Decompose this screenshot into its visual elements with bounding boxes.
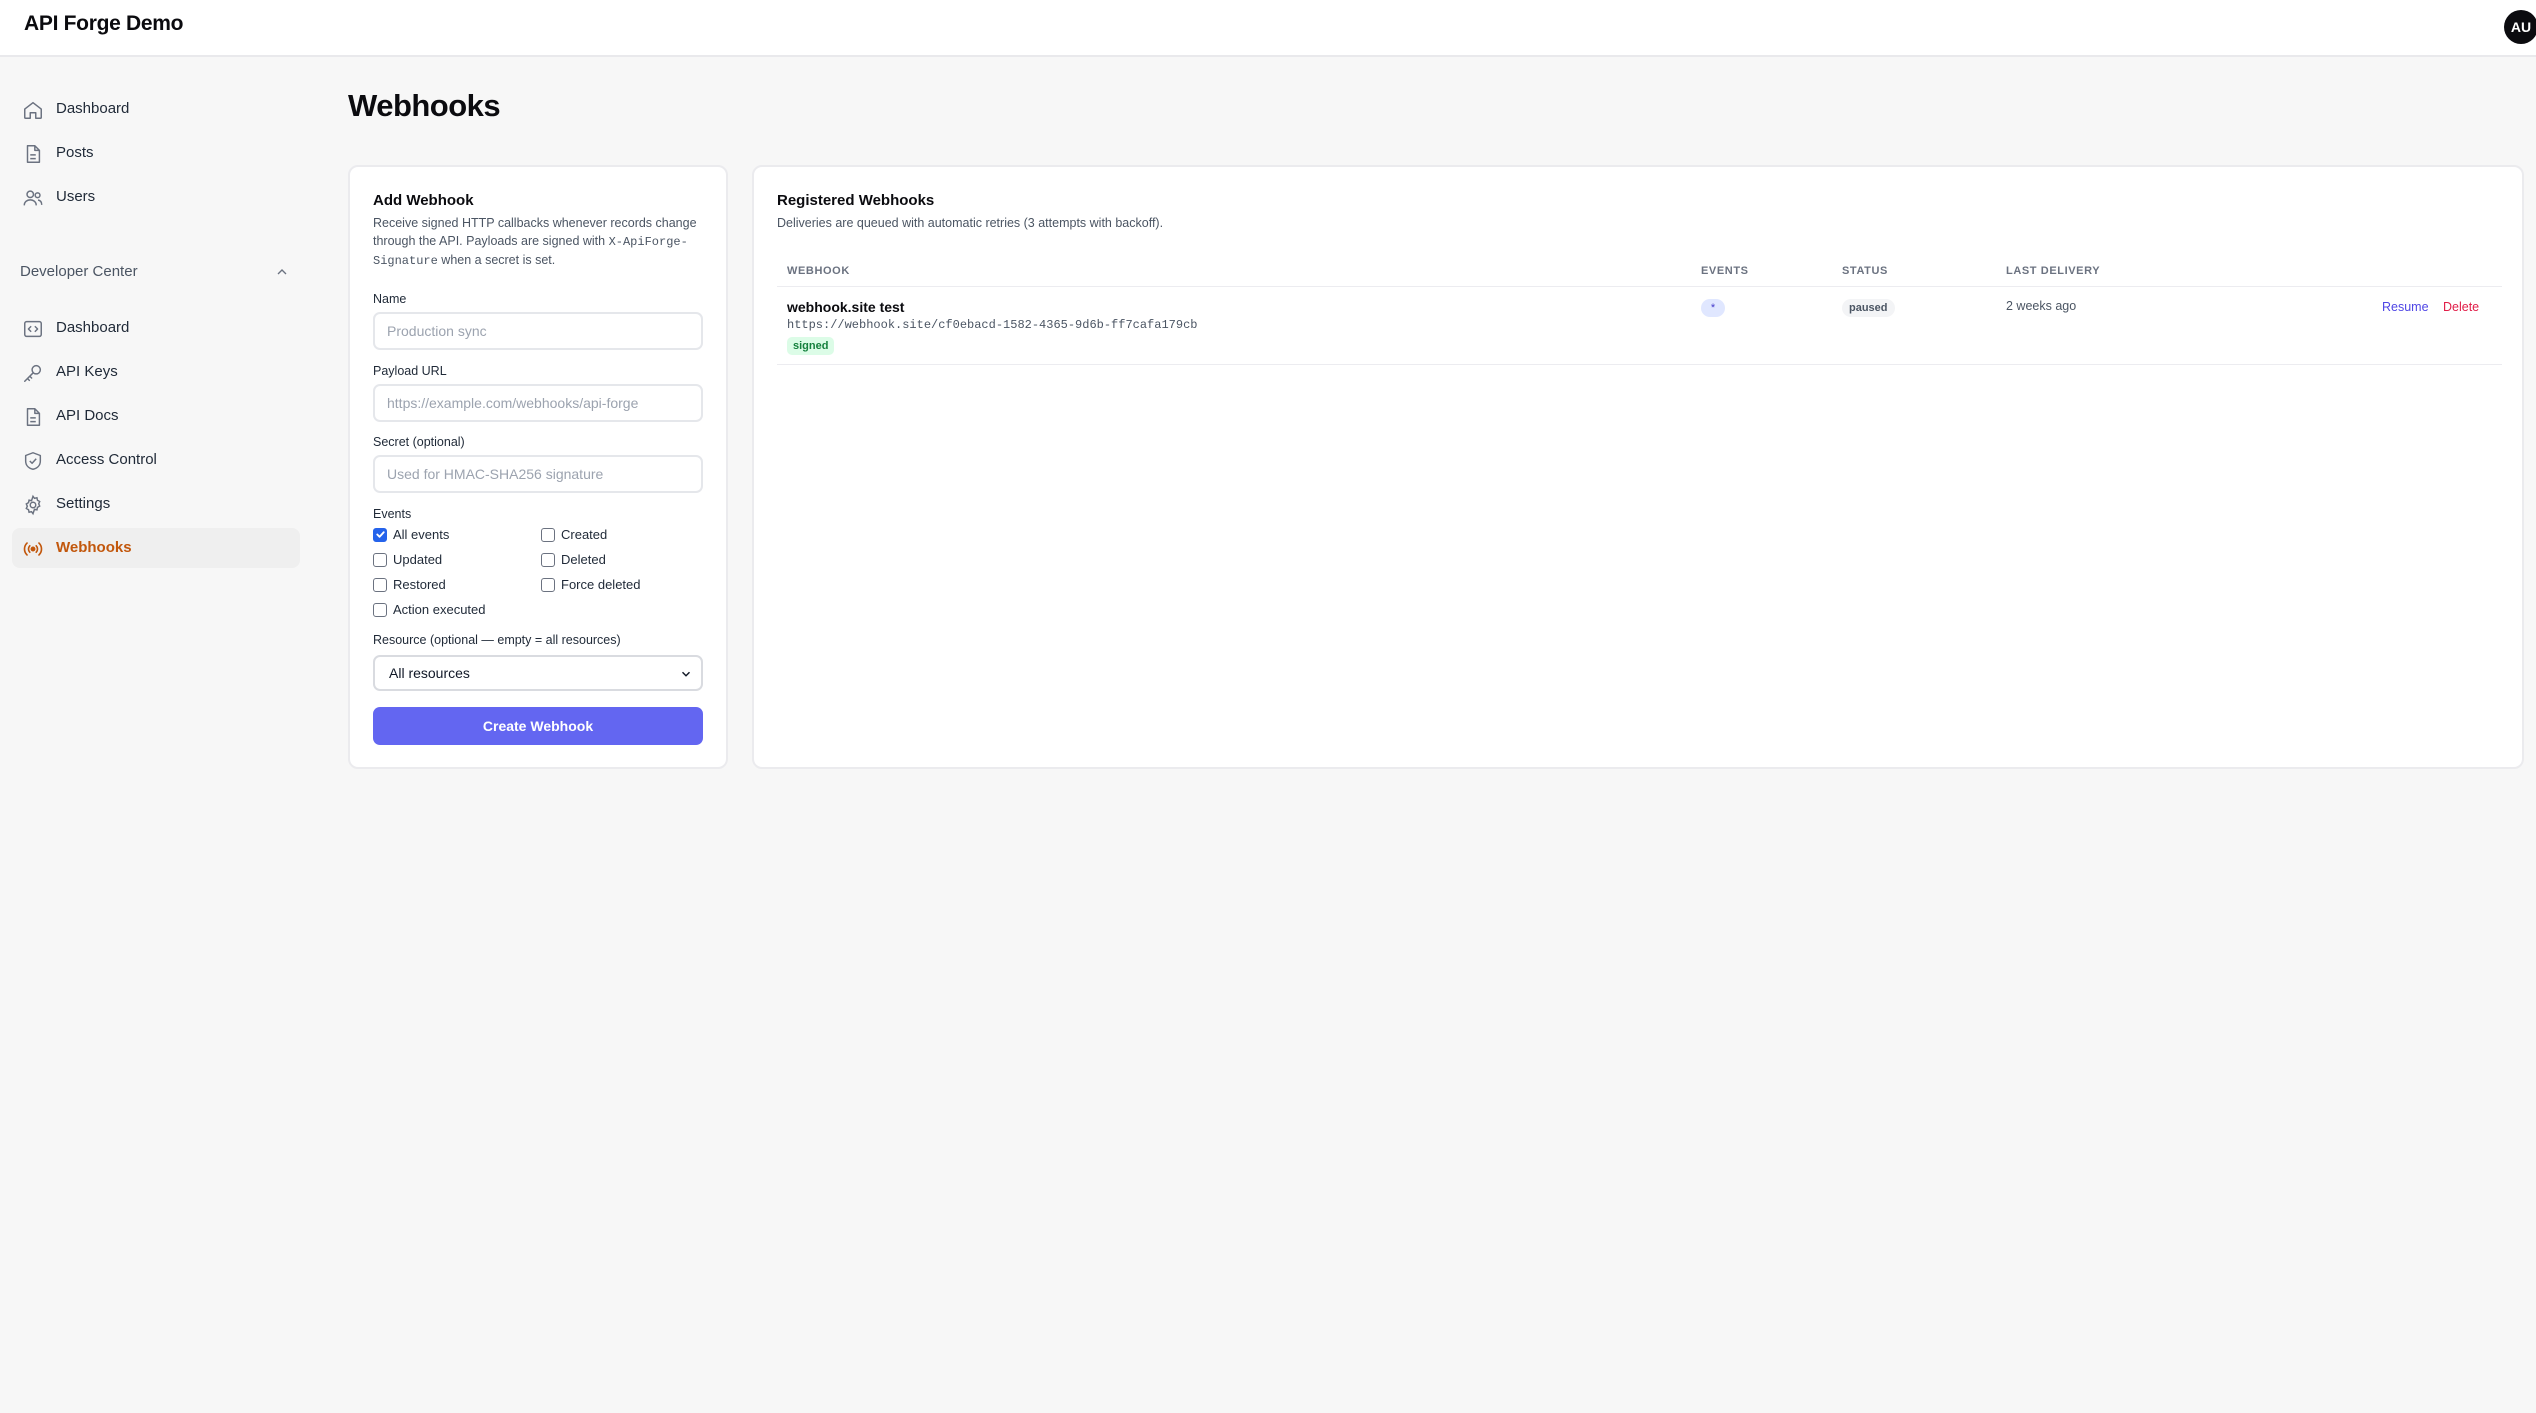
sidebar-item-settings[interactable]: Settings xyxy=(12,484,300,524)
secret-label: Secret (optional) xyxy=(373,435,465,449)
event-checkbox-deleted[interactable]: Deleted xyxy=(541,552,606,567)
checkbox-icon[interactable] xyxy=(373,552,387,567)
home-icon xyxy=(22,99,44,121)
event-checkbox-action-executed[interactable]: Action executed xyxy=(373,602,486,617)
sidebar-item-api-docs[interactable]: API Docs xyxy=(12,396,300,436)
add-webhook-card: Add Webhook Receive signed HTTP callback… xyxy=(348,165,728,769)
avatar[interactable]: AU xyxy=(2504,10,2536,44)
checkbox-icon[interactable] xyxy=(373,602,387,617)
description-text: when a secret is set. xyxy=(437,253,556,267)
payload-url-label: Payload URL xyxy=(373,364,447,378)
sidebar-item-api-keys[interactable]: API Keys xyxy=(12,352,300,392)
sidebar-item-label: Webhooks xyxy=(56,539,132,556)
event-checkbox-restored[interactable]: Restored xyxy=(373,577,446,592)
status-badge: paused xyxy=(1842,299,1895,317)
resource-selected-value: All resources xyxy=(389,665,470,681)
delete-button[interactable]: Delete xyxy=(2443,300,2479,314)
sidebar-item-access-control[interactable]: Access Control xyxy=(12,440,300,480)
signed-badge: signed xyxy=(787,337,835,355)
sidebar-item-label: Access Control xyxy=(56,451,157,468)
sidebar-item-label: Settings xyxy=(56,495,111,512)
registered-webhooks-card: Registered Webhooks Deliveries are queue… xyxy=(752,165,2524,769)
payload-url-input[interactable] xyxy=(373,384,703,422)
sidebar-item-label: Posts xyxy=(56,144,94,161)
document-icon xyxy=(22,143,44,165)
description-text: Receive signed HTTP callbacks whenever r… xyxy=(373,216,697,230)
event-label: All events xyxy=(393,527,450,542)
sidebar-item-posts[interactable]: Posts xyxy=(12,133,300,173)
section-label: Developer Center xyxy=(20,263,138,280)
event-checkbox-created[interactable]: Created xyxy=(541,527,607,542)
sidebar-item-webhooks[interactable]: Webhooks xyxy=(12,528,300,568)
column-header-webhook: WEBHOOK xyxy=(787,265,850,277)
last-delivery: 2 weeks ago xyxy=(2006,299,2077,313)
registered-webhooks-description: Deliveries are queued with automatic ret… xyxy=(777,216,1164,230)
webhook-name: webhook.site test xyxy=(787,299,905,315)
shield-icon xyxy=(22,450,44,472)
sidebar: Dashboard Posts Users Developer Center D… xyxy=(0,57,310,1413)
document-icon xyxy=(22,406,44,428)
column-header-last-delivery: LAST DELIVERY xyxy=(2006,265,2101,277)
secret-input[interactable] xyxy=(373,455,703,493)
checkbox-checked-icon[interactable] xyxy=(373,527,387,542)
chevron-up-icon xyxy=(277,269,287,275)
top-bar: API Forge Demo AU xyxy=(0,0,2536,57)
page-title: Webhooks xyxy=(348,88,501,123)
event-label: Updated xyxy=(393,552,443,567)
sidebar-item-label: Dashboard xyxy=(56,319,130,336)
name-label: Name xyxy=(373,292,407,306)
name-input[interactable] xyxy=(373,312,703,350)
event-label: Restored xyxy=(393,577,446,592)
event-label: Action executed xyxy=(393,602,486,617)
app-title[interactable]: API Forge Demo xyxy=(24,12,183,36)
event-checkbox-force-deleted[interactable]: Force deleted xyxy=(541,577,641,592)
row-divider xyxy=(777,364,2502,365)
checkbox-icon[interactable] xyxy=(541,527,555,542)
resource-label: Resource (optional — empty = all resourc… xyxy=(373,633,621,647)
broadcast-icon xyxy=(22,538,44,560)
sidebar-item-label: Dashboard xyxy=(56,100,130,117)
add-webhook-description: Receive signed HTTP callbacks whenever r… xyxy=(373,214,713,270)
events-badge: * xyxy=(1701,299,1725,317)
header-divider xyxy=(777,286,2502,287)
column-header-events: EVENTS xyxy=(1701,265,1749,277)
description-text: through the API. Payloads are signed wit… xyxy=(373,234,609,248)
resource-select[interactable]: All resources xyxy=(373,655,703,691)
chevron-down-icon xyxy=(681,671,691,677)
users-icon xyxy=(22,187,44,209)
gear-icon xyxy=(22,494,44,516)
sidebar-item-dashboard[interactable]: Dashboard xyxy=(12,89,300,129)
key-icon xyxy=(22,362,44,384)
checkbox-icon[interactable] xyxy=(541,552,555,567)
sidebar-item-label: API Docs xyxy=(56,407,119,424)
registered-webhooks-title: Registered Webhooks xyxy=(777,192,935,209)
code-icon xyxy=(22,318,44,340)
header-name-code: X-ApiForge- xyxy=(608,235,688,249)
event-label: Deleted xyxy=(561,552,606,567)
checkbox-icon[interactable] xyxy=(541,577,555,592)
header-name-code: Signature xyxy=(373,254,438,268)
column-header-status: STATUS xyxy=(1842,265,1888,277)
checkbox-icon[interactable] xyxy=(373,577,387,592)
sidebar-item-dev-dashboard[interactable]: Dashboard xyxy=(12,308,300,348)
events-label: Events xyxy=(373,507,412,521)
sidebar-item-label: API Keys xyxy=(56,363,118,380)
webhook-url: https://webhook.site/cf0ebacd-1582-4365-… xyxy=(787,318,1198,332)
sidebar-item-label: Users xyxy=(56,188,96,205)
create-webhook-button[interactable]: Create Webhook xyxy=(373,707,703,745)
event-label: Created xyxy=(561,527,608,542)
sidebar-item-users[interactable]: Users xyxy=(12,177,300,217)
resume-button[interactable]: Resume xyxy=(2382,300,2429,314)
event-checkbox-updated[interactable]: Updated xyxy=(373,552,442,567)
event-checkbox-all[interactable]: All events xyxy=(373,527,449,542)
add-webhook-title: Add Webhook xyxy=(373,192,474,209)
developer-center-toggle[interactable]: Developer Center xyxy=(12,252,300,292)
event-label: Force deleted xyxy=(561,577,641,592)
